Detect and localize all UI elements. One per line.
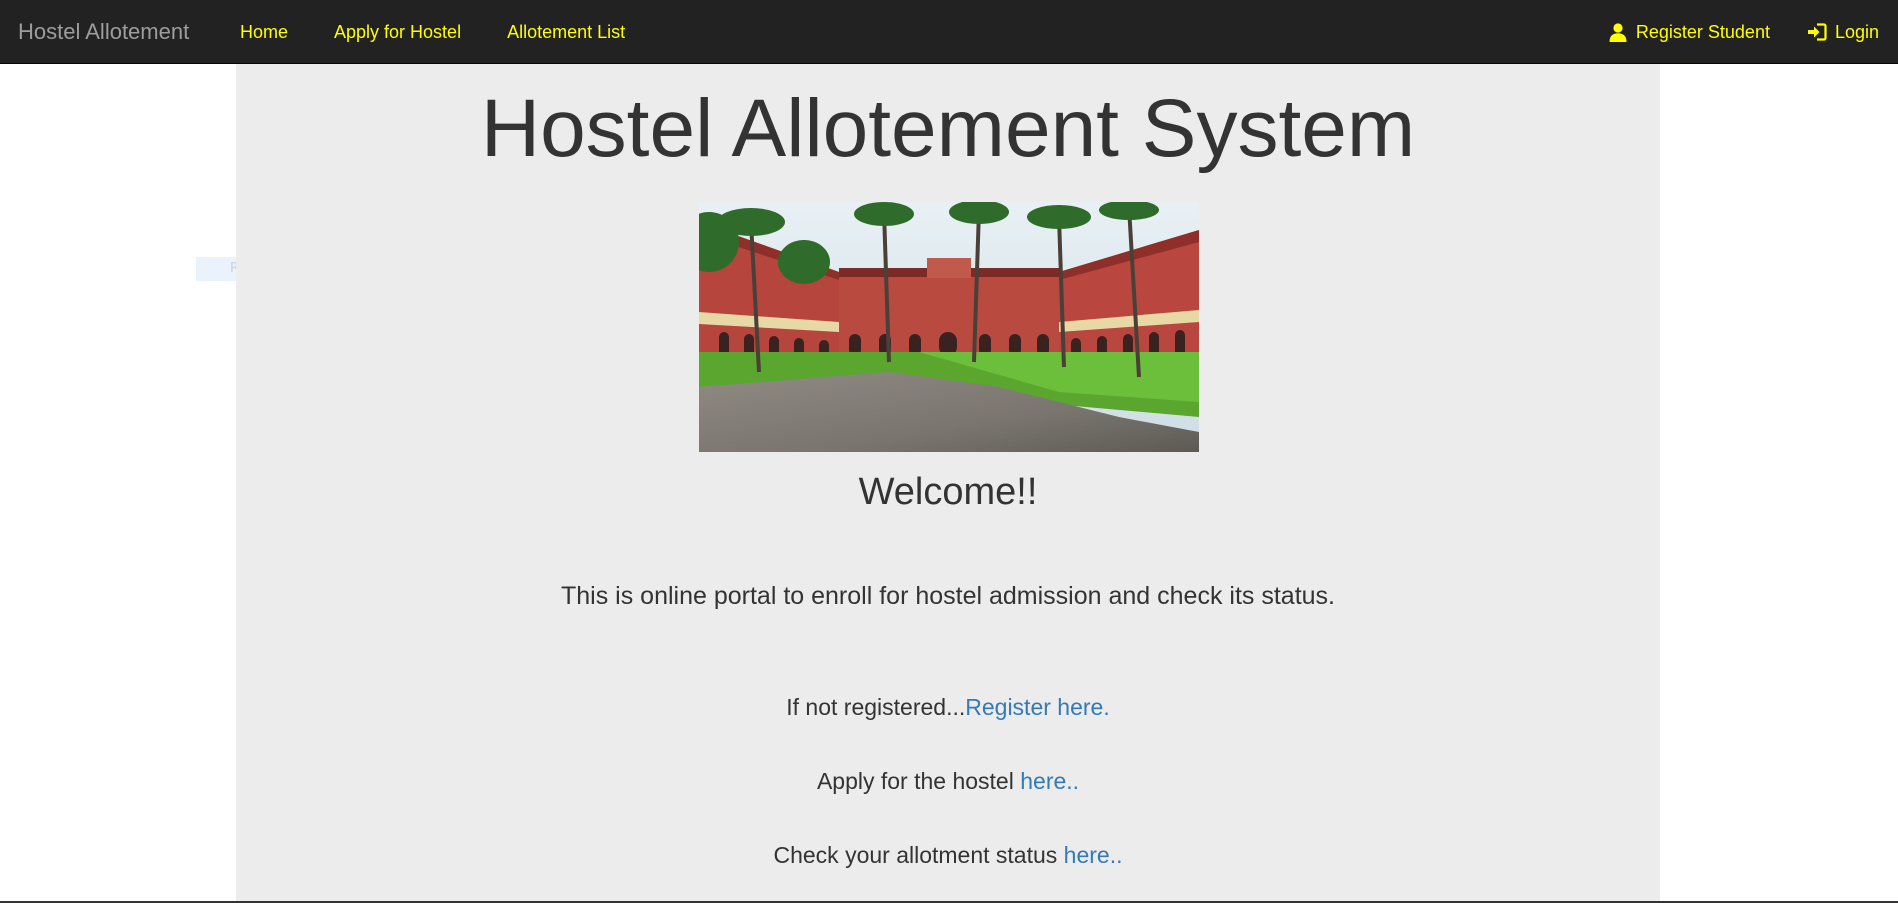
hostel-photo-illustration bbox=[699, 202, 1199, 452]
status-prompt-text: Check your allotment status bbox=[773, 842, 1064, 868]
brand-link[interactable]: Hostel Allotement bbox=[18, 0, 189, 64]
main-content: Hostel Allotement System Welcome!! This … bbox=[236, 64, 1660, 903]
nav-allotement-list[interactable]: Allotement List bbox=[507, 22, 625, 43]
nav-apply-for-hostel[interactable]: Apply for Hostel bbox=[334, 22, 461, 43]
primary-nav: Home Apply for Hostel Allotement List bbox=[240, 0, 671, 64]
user-icon bbox=[1608, 22, 1628, 42]
hostel-building-image bbox=[699, 202, 1199, 452]
apply-here-link[interactable]: here.. bbox=[1020, 768, 1079, 794]
apply-prompt: Apply for the hostel here.. bbox=[236, 768, 1660, 795]
nav-home[interactable]: Home bbox=[240, 22, 288, 43]
apply-prompt-text: Apply for the hostel bbox=[816, 768, 1021, 794]
status-prompt: Check your allotment status here.. bbox=[236, 842, 1660, 869]
log-in-icon bbox=[1807, 22, 1827, 42]
register-prompt: If not registered...Register here. bbox=[236, 694, 1660, 721]
page-title: Hostel Allotement System bbox=[480, 83, 1416, 174]
top-navbar: Hostel Allotement Home Apply for Hostel … bbox=[0, 0, 1898, 64]
register-student-label: Register Student bbox=[1635, 21, 1770, 42]
login-label: Login bbox=[1834, 21, 1879, 42]
account-nav: Register Student Login bbox=[1571, 0, 1879, 64]
register-prompt-text: If not registered... bbox=[786, 694, 966, 720]
nav-login[interactable]: Login bbox=[1807, 22, 1879, 43]
register-here-link[interactable]: Register here. bbox=[965, 694, 1109, 720]
welcome-heading: Welcome!! bbox=[858, 471, 1038, 513]
nav-register-student[interactable]: Register Student bbox=[1608, 22, 1770, 43]
status-here-link[interactable]: here.. bbox=[1064, 842, 1123, 868]
intro-text: This is online portal to enroll for host… bbox=[561, 582, 1335, 610]
